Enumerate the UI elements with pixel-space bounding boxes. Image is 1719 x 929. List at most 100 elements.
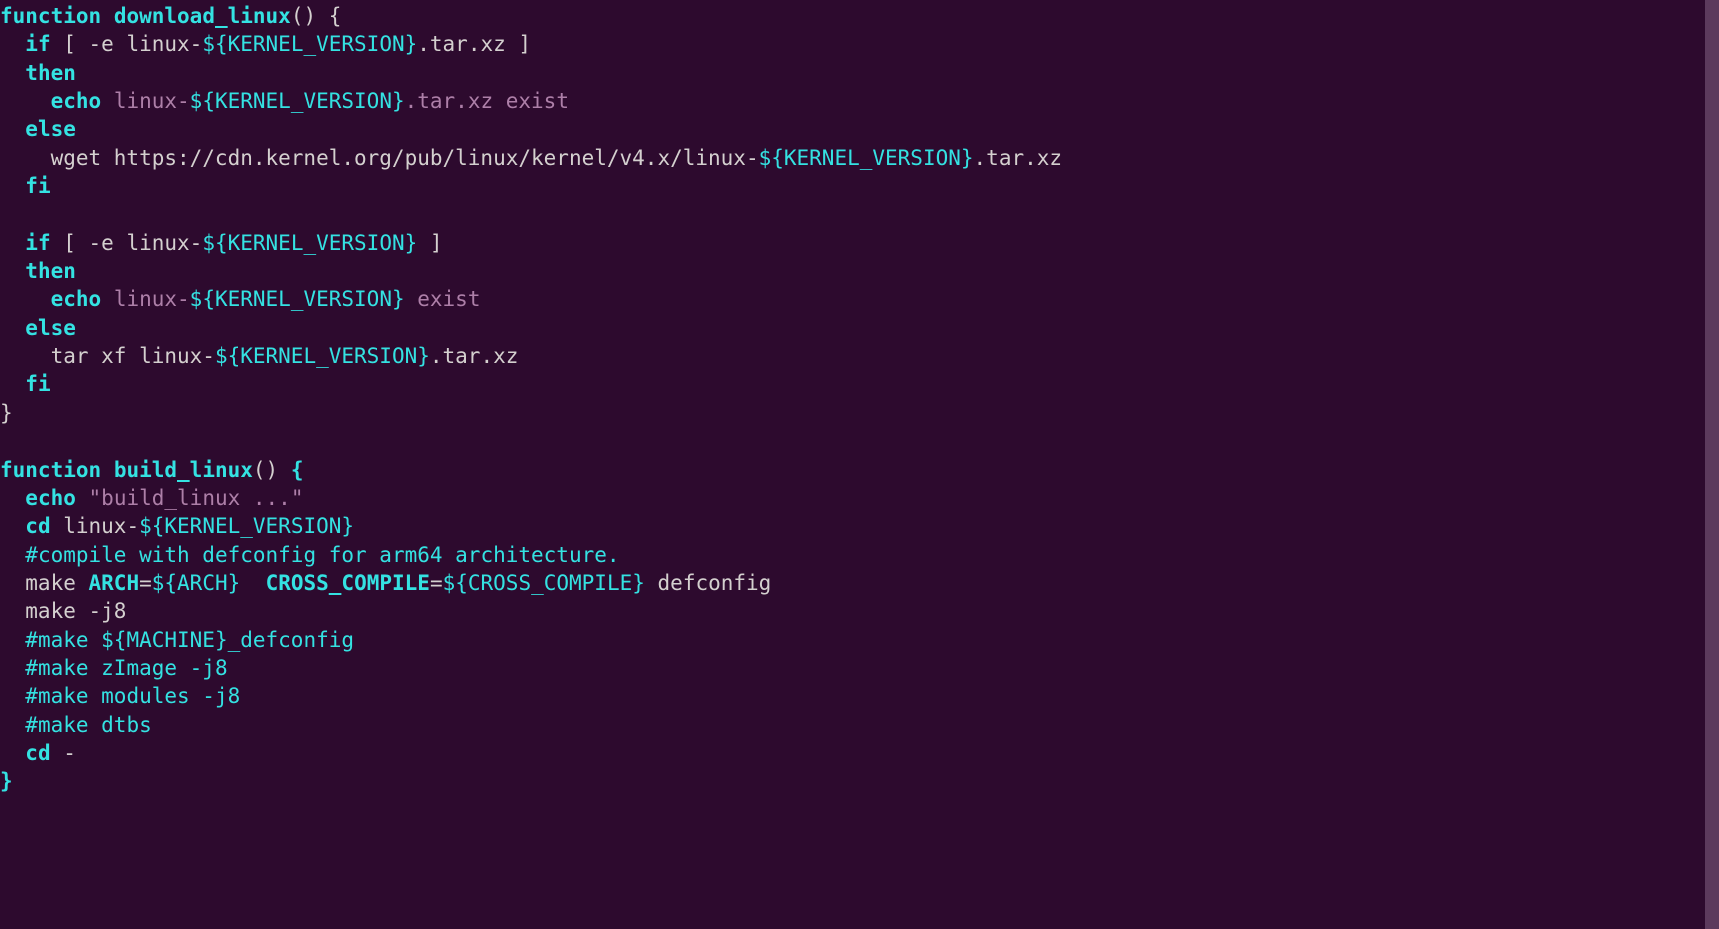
code-token: .tar.xz exist bbox=[405, 89, 569, 113]
code-token: .tar.xz bbox=[430, 344, 519, 368]
code-token bbox=[0, 656, 25, 680]
code-line[interactable]: echo linux-${KERNEL_VERSION}.tar.xz exis… bbox=[0, 87, 1719, 115]
code-token: #make modules -j8 bbox=[25, 684, 240, 708]
code-line[interactable]: if [ -e linux-${KERNEL_VERSION} ] bbox=[0, 229, 1719, 257]
code-token bbox=[0, 202, 13, 226]
code-token: exist bbox=[405, 287, 481, 311]
code-token: function bbox=[0, 458, 101, 482]
code-line[interactable]: } bbox=[0, 767, 1719, 795]
code-line[interactable]: fi bbox=[0, 172, 1719, 200]
code-token: () { bbox=[291, 4, 342, 28]
code-token bbox=[0, 174, 25, 198]
code-line[interactable]: function download_linux() { bbox=[0, 2, 1719, 30]
code-line[interactable] bbox=[0, 200, 1719, 228]
code-token bbox=[0, 117, 25, 141]
code-token bbox=[0, 628, 25, 652]
code-token: ${CROSS_COMPILE} bbox=[443, 571, 645, 595]
code-token: cd bbox=[25, 514, 50, 538]
code-token: ARCH bbox=[89, 571, 140, 595]
code-line[interactable]: #make zImage -j8 bbox=[0, 654, 1719, 682]
code-token bbox=[101, 89, 114, 113]
code-token: fi bbox=[25, 174, 50, 198]
code-token: defconfig bbox=[645, 571, 771, 595]
code-token: if bbox=[25, 231, 50, 255]
code-line[interactable]: make -j8 bbox=[0, 597, 1719, 625]
code-line[interactable]: else bbox=[0, 314, 1719, 342]
code-token: wget https://cdn.kernel.org/pub/linux/ke… bbox=[0, 146, 759, 170]
code-token: CROSS_COMPILE bbox=[266, 571, 430, 595]
code-token: ${KERNEL_VERSION} bbox=[202, 231, 417, 255]
code-editor[interactable]: function download_linux() { if [ -e linu… bbox=[0, 0, 1719, 796]
code-line[interactable]: #compile with defconfig for arm64 archit… bbox=[0, 541, 1719, 569]
code-token: .tar.xz ] bbox=[417, 32, 531, 56]
vertical-scrollbar[interactable] bbox=[1705, 0, 1719, 929]
code-token: #compile with defconfig for arm64 archit… bbox=[25, 543, 619, 567]
code-token: linux- bbox=[114, 89, 190, 113]
code-token: #make ${MACHINE}_defconfig bbox=[25, 628, 354, 652]
code-token: [ -e linux- bbox=[51, 32, 203, 56]
code-line[interactable]: cd linux-${KERNEL_VERSION} bbox=[0, 512, 1719, 540]
code-line[interactable] bbox=[0, 427, 1719, 455]
code-line[interactable]: then bbox=[0, 257, 1719, 285]
code-token: then bbox=[25, 259, 76, 283]
code-token bbox=[0, 429, 13, 453]
code-token bbox=[0, 61, 25, 85]
code-line[interactable]: function build_linux() { bbox=[0, 456, 1719, 484]
code-line[interactable]: wget https://cdn.kernel.org/pub/linux/ke… bbox=[0, 144, 1719, 172]
code-line[interactable]: tar xf linux-${KERNEL_VERSION}.tar.xz bbox=[0, 342, 1719, 370]
code-token bbox=[0, 713, 25, 737]
code-line[interactable]: #make dtbs bbox=[0, 711, 1719, 739]
code-token: #make zImage -j8 bbox=[25, 656, 227, 680]
code-token bbox=[101, 4, 114, 28]
code-token bbox=[0, 684, 25, 708]
code-token: tar xf linux- bbox=[0, 344, 215, 368]
code-token: [ -e linux- bbox=[51, 231, 203, 255]
code-token: } bbox=[0, 401, 13, 425]
code-token: linux- bbox=[114, 287, 190, 311]
code-line[interactable]: #make ${MACHINE}_defconfig bbox=[0, 626, 1719, 654]
code-token: ${KERNEL_VERSION} bbox=[190, 287, 405, 311]
code-token: linux- bbox=[51, 514, 140, 538]
code-token: ${KERNEL_VERSION} bbox=[202, 32, 417, 56]
code-line[interactable]: fi bbox=[0, 370, 1719, 398]
code-token bbox=[101, 458, 114, 482]
code-line[interactable]: else bbox=[0, 115, 1719, 143]
code-token: - bbox=[51, 741, 76, 765]
code-token bbox=[0, 231, 25, 255]
code-line[interactable]: echo linux-${KERNEL_VERSION} exist bbox=[0, 285, 1719, 313]
code-token: function bbox=[0, 4, 101, 28]
code-line[interactable]: cd - bbox=[0, 739, 1719, 767]
code-token: else bbox=[25, 316, 76, 340]
code-token: ${KERNEL_VERSION} bbox=[215, 344, 430, 368]
code-token: make bbox=[0, 571, 89, 595]
code-token: () bbox=[253, 458, 291, 482]
code-line[interactable]: #make modules -j8 bbox=[0, 682, 1719, 710]
code-line[interactable]: then bbox=[0, 59, 1719, 87]
code-token: fi bbox=[25, 372, 50, 396]
code-token: = bbox=[430, 571, 443, 595]
code-token: ${KERNEL_VERSION} bbox=[759, 146, 974, 170]
code-token: download_linux bbox=[114, 4, 291, 28]
code-line[interactable]: make ARCH=${ARCH} CROSS_COMPILE=${CROSS_… bbox=[0, 569, 1719, 597]
code-token bbox=[101, 287, 114, 311]
code-token bbox=[0, 259, 25, 283]
code-token: } bbox=[0, 769, 13, 793]
code-line[interactable]: echo "build_linux ..." bbox=[0, 484, 1719, 512]
code-line[interactable]: } bbox=[0, 399, 1719, 427]
code-token: if bbox=[25, 32, 50, 56]
code-token: then bbox=[25, 61, 76, 85]
code-token: build_linux bbox=[114, 458, 253, 482]
code-token: else bbox=[25, 117, 76, 141]
code-token bbox=[76, 486, 89, 510]
code-token bbox=[0, 372, 25, 396]
code-token: cd bbox=[25, 741, 50, 765]
code-token bbox=[0, 543, 25, 567]
code-token: echo bbox=[51, 89, 102, 113]
code-token bbox=[0, 514, 25, 538]
code-token: { bbox=[291, 458, 304, 482]
code-line[interactable]: if [ -e linux-${KERNEL_VERSION}.tar.xz ] bbox=[0, 30, 1719, 58]
code-token: ${KERNEL_VERSION} bbox=[139, 514, 354, 538]
code-token: echo bbox=[51, 287, 102, 311]
code-token: .tar.xz bbox=[974, 146, 1063, 170]
code-token: "build_linux ..." bbox=[89, 486, 304, 510]
